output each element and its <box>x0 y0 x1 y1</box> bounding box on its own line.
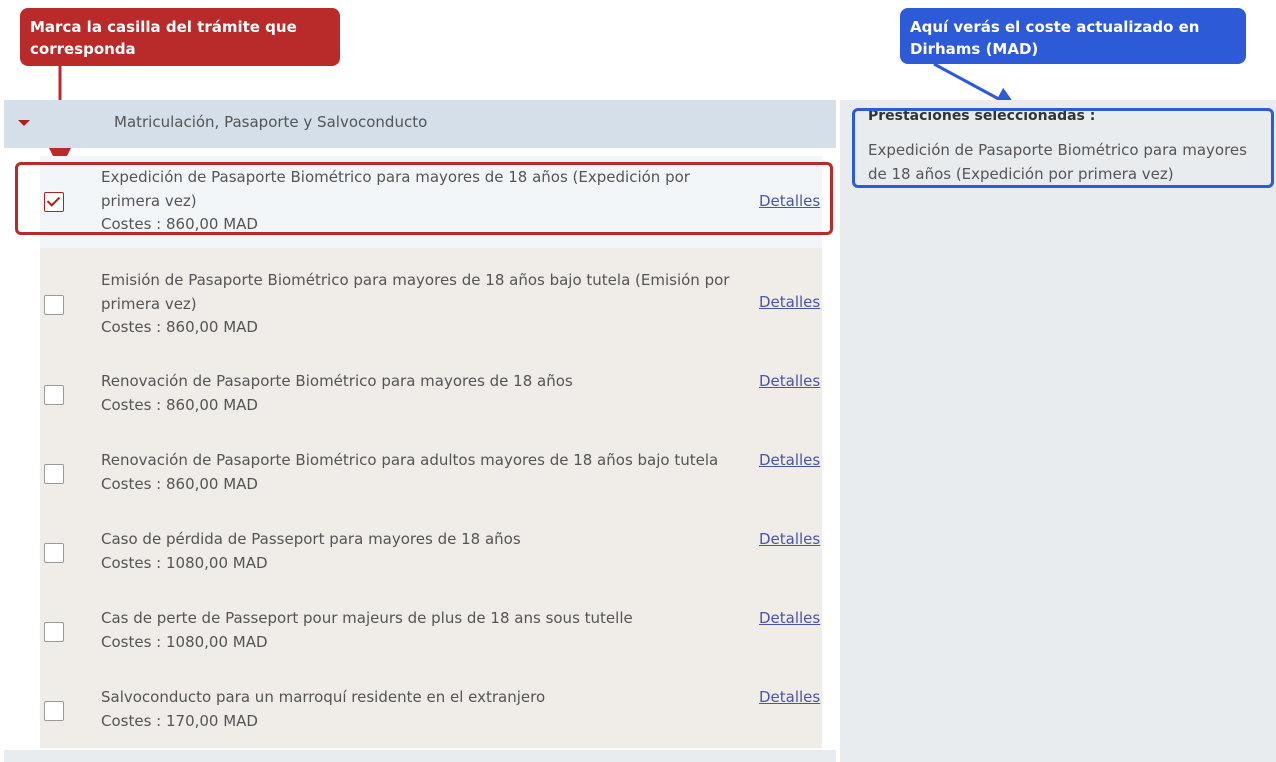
arrow-blue <box>933 62 1019 110</box>
list-item: Caso de pérdida de Passeport para mayore… <box>40 518 822 590</box>
item-cost: Costes : 1080,00 MAD <box>101 633 268 651</box>
item-cost: Costes : 860,00 MAD <box>101 475 258 493</box>
details-link[interactable]: Detalles <box>759 688 820 706</box>
item-cost: Costes : 170,00 MAD <box>101 712 258 730</box>
section-title: Matriculación, Pasaporte y Salvoconducto <box>114 113 428 131</box>
selected-services-panel <box>840 100 1276 762</box>
item-title: Emisión de Pasaporte Biométrico para may… <box>101 271 730 313</box>
list-item: Emisión de Pasaporte Biométrico para may… <box>40 258 822 346</box>
details-link[interactable]: Detalles <box>759 451 820 469</box>
item-checkbox[interactable] <box>44 543 64 563</box>
item-cost: Costes : 860,00 MAD <box>101 396 258 414</box>
list-item: Salvoconducto para un marroquí residente… <box>40 676 822 748</box>
item-checkbox[interactable] <box>44 385 64 405</box>
item-checkbox[interactable] <box>44 295 64 315</box>
list-footer <box>4 750 836 762</box>
item-title: Caso de pérdida de Passeport para mayore… <box>101 530 521 548</box>
details-link[interactable]: Detalles <box>759 609 820 627</box>
details-link[interactable]: Detalles <box>759 372 820 390</box>
item-title: Salvoconducto para un marroquí residente… <box>101 688 546 706</box>
item-checkbox[interactable] <box>44 701 64 721</box>
item-cost: Costes : 1080,00 MAD <box>101 554 268 572</box>
details-link[interactable]: Detalles <box>759 293 820 311</box>
item-title: Renovación de Pasaporte Biométrico para … <box>101 451 719 469</box>
selected-services-highlight <box>852 108 1274 188</box>
list-item: Cas de perte de Passeport pour majeurs d… <box>40 597 822 669</box>
item-title: Renovación de Pasaporte Biométrico para … <box>101 372 573 390</box>
accordion-header[interactable]: Matriculación, Pasaporte y Salvoconducto <box>4 100 836 148</box>
item-checkbox[interactable] <box>44 464 64 484</box>
item-title: Cas de perte de Passeport pour majeurs d… <box>101 609 633 627</box>
details-link[interactable]: Detalles <box>759 530 820 548</box>
item-checkbox[interactable] <box>44 622 64 642</box>
list-item: Renovación de Pasaporte Biométrico para … <box>40 439 822 511</box>
list-item: Renovación de Pasaporte Biométrico para … <box>40 360 822 432</box>
item-cost: Costes : 860,00 MAD <box>101 318 258 336</box>
caret-down-icon[interactable] <box>18 120 30 126</box>
selected-item-highlight <box>15 162 833 235</box>
